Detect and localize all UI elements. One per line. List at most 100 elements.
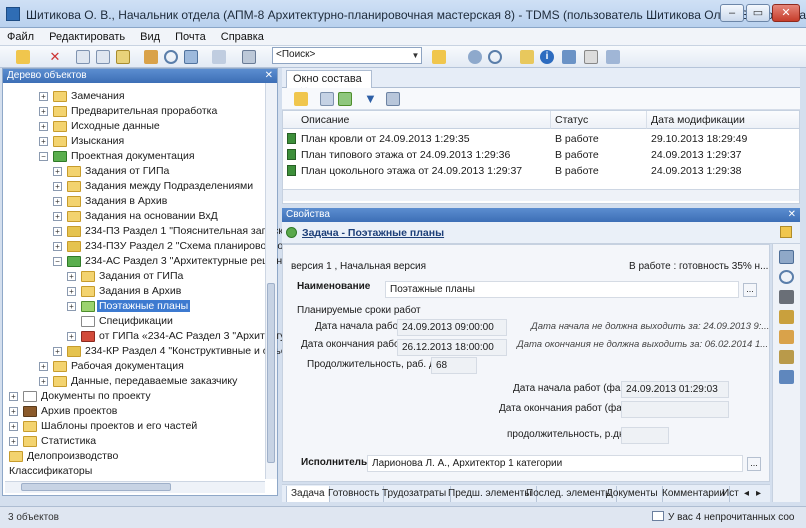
tree-item[interactable]: + Рабочая документация — [39, 359, 184, 374]
tree-item[interactable]: + Документы по проекту — [9, 389, 151, 404]
maximize-button[interactable]: ▭ — [746, 4, 770, 22]
tree-item[interactable]: −234-АС Раздел 3 "Архитектурные решения" — [53, 254, 298, 269]
tree-item[interactable]: + Задания в Архив — [67, 284, 181, 299]
up-folder-icon[interactable] — [294, 92, 308, 106]
tree-item[interactable]: +234-ПЗУ Раздел 2 "Схема планировочной о — [53, 239, 298, 254]
tree-item[interactable]: + Исходные данные — [39, 119, 160, 134]
menu-help[interactable]: Справка — [214, 28, 269, 43]
tree-item[interactable]: Спецификации — [67, 314, 173, 329]
tree-item[interactable]: + Задания между Подразделениями — [53, 179, 253, 194]
grid-icon[interactable] — [184, 50, 198, 64]
search-icon[interactable] — [779, 270, 794, 284]
paste-icon[interactable] — [96, 50, 110, 64]
list-horizontal-scrollbar[interactable] — [283, 189, 799, 201]
fact-start-field[interactable]: 24.09.2013 01:29:03 — [621, 381, 729, 398]
tree-item[interactable]: + Задания от ГИПа — [67, 269, 183, 284]
window-title: Шитикова О. В., Начальник отдела (АПМ-8 … — [26, 8, 806, 22]
delete-icon[interactable]: ✕ — [48, 50, 62, 64]
tree-scroll-thumb[interactable] — [267, 283, 275, 463]
export-icon[interactable] — [606, 50, 620, 64]
column-header-description[interactable]: Описание — [283, 111, 551, 129]
table-row[interactable]: План кровли от 24.09.2013 1:29:35 В рабо… — [287, 131, 795, 147]
fact-duration-field[interactable] — [621, 427, 669, 444]
panel-close-icon[interactable]: ✕ — [265, 70, 273, 81]
end-date-field[interactable]: 26.12.2013 18:00:00 — [397, 339, 507, 356]
tree-item[interactable]: + Задания на основании ВхД — [53, 209, 218, 224]
edit-icon[interactable] — [779, 350, 794, 364]
search-folder-icon[interactable] — [432, 50, 446, 64]
copy-icon[interactable] — [320, 92, 334, 106]
tree-item[interactable]: +234-КР Раздел 4 "Конструктивные и объем — [53, 344, 294, 359]
duration-field[interactable]: 68 — [431, 357, 477, 374]
menu-edit[interactable]: Редактировать — [42, 28, 130, 43]
columns-icon[interactable] — [386, 92, 400, 106]
column-header-date[interactable]: Дата модификации — [647, 111, 799, 129]
tree-item[interactable]: + Архив проектов — [9, 404, 117, 419]
settings-icon[interactable] — [584, 50, 598, 64]
tree-item[interactable]: + Задания от ГИПа — [53, 164, 169, 179]
paste-icon[interactable] — [338, 92, 352, 106]
tree-item[interactable]: +234-ПЗ Раздел 1 "Пояснительная записка" — [53, 224, 293, 239]
table-row[interactable]: План типового этажа от 24.09.2013 1:29:3… — [287, 147, 795, 163]
tab-scroll-right-icon[interactable]: ▸ — [752, 486, 765, 502]
name-field[interactable]: Поэтажные планы — [385, 281, 739, 298]
tree-item-selected[interactable]: + Поэтажные планы — [67, 299, 191, 314]
tab-readiness[interactable]: Готовность — [324, 486, 385, 502]
key-icon[interactable] — [144, 50, 158, 64]
tree-item[interactable]: + Статистика — [9, 434, 96, 449]
link-icon[interactable] — [779, 290, 794, 304]
save-icon[interactable] — [779, 310, 794, 324]
notes-icon[interactable] — [520, 50, 534, 64]
menu-file[interactable]: Файл — [0, 28, 39, 43]
menu-view[interactable]: Вид — [133, 28, 165, 43]
mail-icon[interactable] — [652, 511, 664, 521]
key-icon[interactable] — [779, 330, 794, 344]
column-header-status[interactable]: Статус — [551, 111, 647, 129]
list-view-icon[interactable] — [779, 250, 794, 264]
tree-item[interactable]: + от ГИПа «234-АС Раздел 3 "Архитектурн — [67, 329, 297, 344]
info-icon[interactable]: i — [540, 50, 554, 64]
tree-hscroll-thumb[interactable] — [21, 483, 171, 491]
menu-mail[interactable]: Почта — [168, 28, 211, 43]
task-menu-icon[interactable] — [780, 226, 792, 238]
panel-close-icon[interactable]: ✕ — [788, 209, 796, 220]
tree-item[interactable]: Делопроизводство — [9, 449, 118, 464]
user-search-icon[interactable] — [468, 50, 482, 64]
open-folder-icon[interactable] — [16, 50, 30, 64]
tree-item[interactable]: + Изыскания — [39, 134, 124, 149]
tree-item[interactable]: + Предварительная проработка — [39, 104, 217, 119]
executor-browse-button[interactable]: ... — [747, 457, 761, 471]
name-browse-button[interactable]: ... — [743, 283, 757, 297]
planned-label: Планируемые сроки работ — [297, 305, 421, 316]
close-button[interactable]: ✕ — [772, 4, 800, 22]
tree-item[interactable]: Классификаторы — [9, 464, 92, 479]
find-icon[interactable] — [164, 50, 178, 64]
edit-icon[interactable] — [212, 50, 226, 64]
tree-item[interactable]: + Замечания — [39, 89, 125, 104]
filter-icon[interactable]: ▼ — [364, 92, 378, 106]
task-header: Задача - Поэтажные планы — [282, 222, 800, 244]
tree-item[interactable]: − Проектная документация — [39, 149, 195, 164]
task-link[interactable]: Задача - Поэтажные планы — [302, 227, 444, 239]
print-icon[interactable] — [242, 50, 256, 64]
tree-item[interactable]: + Задания в Архив — [53, 194, 167, 209]
tab-composition[interactable]: Окно состава ✕ — [286, 70, 372, 98]
executor-field[interactable]: Ларионова Л. А., Архитектор 1 категории — [367, 455, 743, 472]
properties-icon[interactable] — [779, 370, 794, 384]
properties-panel-header: Свойства ✕ — [282, 208, 800, 222]
search-input[interactable]: <Поиск> — [272, 47, 422, 64]
copy-icon[interactable] — [76, 50, 90, 64]
tree-item[interactable]: + Данные, передаваемые заказчику — [39, 374, 237, 389]
minimize-button[interactable]: – — [720, 4, 744, 22]
status-unread-messages[interactable]: У вас 4 непрочитанных соо — [668, 512, 794, 523]
tree-item[interactable]: + Шаблоны проектов и его частей — [9, 419, 197, 434]
zoom-icon[interactable] — [488, 50, 502, 64]
start-date-field[interactable]: 24.09.2013 09:00:00 — [397, 319, 507, 336]
fact-end-field[interactable] — [621, 401, 729, 418]
tab-labor[interactable]: Трудозатраты — [378, 486, 452, 502]
search-dropdown-icon[interactable]: ▼ — [410, 48, 421, 63]
refresh-icon[interactable] — [116, 50, 130, 64]
window-icon[interactable] — [562, 50, 576, 64]
table-row[interactable]: План цокольного этажа от 24.09.2013 1:29… — [287, 163, 795, 179]
tab-documents[interactable]: Документы — [602, 486, 663, 502]
